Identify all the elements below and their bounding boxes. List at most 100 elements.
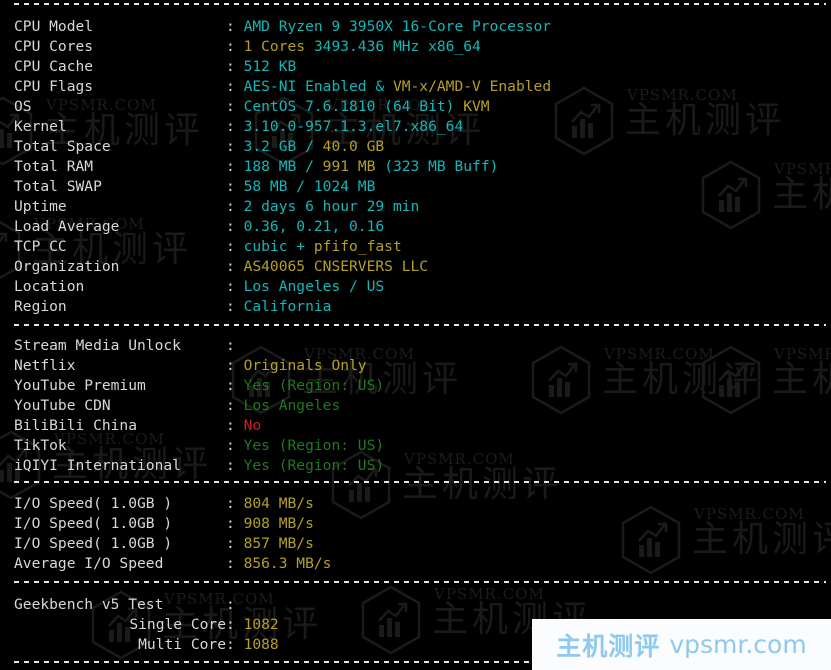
info-row-separator-colon: : <box>226 555 244 572</box>
site-watermark-banner: 主机测评 vpsmr.com <box>532 619 831 670</box>
info-row-separator-colon: : <box>226 218 244 235</box>
info-row-value: 856.3 MB/s <box>243 555 332 572</box>
info-row: Location: Los Angeles / US <box>14 277 384 297</box>
info-row-separator-colon: : <box>226 337 244 354</box>
info-row-separator-colon: : <box>226 38 244 55</box>
info-row: Uptime: 2 days 6 hour 29 min <box>14 197 419 217</box>
banner-en-text: vpsmr.com <box>669 630 807 659</box>
info-row-label: Geekbench v5 Test <box>14 596 164 613</box>
info-row-value: 2 days 6 hour 29 min <box>243 198 420 215</box>
info-row-separator-colon: : <box>226 118 244 135</box>
info-row: iQIYI International: Yes (Region: US) <box>14 456 384 476</box>
info-row: Total SWAP: 58 MB / 1024 MB <box>14 177 375 197</box>
info-row-label: Organization <box>14 258 120 275</box>
info-row: Region: California <box>14 297 331 317</box>
info-row-value: / <box>296 178 314 195</box>
info-row-label: Average I/O Speed <box>14 555 164 572</box>
info-row-label: I/O Speed( 1.0GB ) <box>14 495 173 512</box>
info-row-label: Location <box>14 278 85 295</box>
terminal-output: CPU Model: AMD Ryzen 9 3950X 16-Core Pro… <box>0 0 831 670</box>
info-row-value: Yes (Region: US) <box>243 377 385 394</box>
info-row-separator-colon: : <box>226 158 244 175</box>
info-row-label: OS <box>14 98 32 115</box>
info-row-label: Single Core <box>129 616 226 633</box>
info-row-value: Yes (Region: US) <box>243 437 385 454</box>
info-row-value: AS40065 CNSERVERS LLC <box>243 258 429 275</box>
info-row-value: 857 MB/s <box>243 535 314 552</box>
info-row-value: 1024 MB <box>313 178 376 195</box>
info-row-value: / <box>305 158 323 175</box>
info-row: Total Space: 3.2 GB / 40.0 GB <box>14 137 384 157</box>
info-row-label: Region <box>14 298 67 315</box>
info-row-label: YouTube Premium <box>14 377 146 394</box>
info-row-separator-colon: : <box>226 515 244 532</box>
info-row-value: Originals Only <box>243 357 367 374</box>
info-row-value: CentOS 7.6.1810 (64 Bit) <box>243 98 464 115</box>
info-row: YouTube CDN: Los Angeles <box>14 396 340 416</box>
info-row: TCP CC: cubic + pfifo_fast <box>14 237 402 257</box>
info-row-label: Multi Core <box>138 636 226 653</box>
info-row-label: YouTube CDN <box>14 397 111 414</box>
info-row-label: Load Average <box>14 218 120 235</box>
info-row: CPU Cores: 1 Cores 3493.436 MHz x86_64 <box>14 37 481 57</box>
info-row-separator-colon: : <box>226 495 244 512</box>
info-row-label: I/O Speed( 1.0GB ) <box>14 535 173 552</box>
info-row-separator-colon: : <box>226 238 244 255</box>
info-row: Average I/O Speed: 856.3 MB/s <box>14 554 331 574</box>
info-row-label: TikTok <box>14 437 67 454</box>
info-row: I/O Speed( 1.0GB ): 857 MB/s <box>14 534 314 554</box>
info-row-value: 804 MB/s <box>243 495 314 512</box>
info-row-separator-colon: : <box>226 397 244 414</box>
section-separator <box>14 324 826 326</box>
info-row-separator-colon: : <box>226 138 244 155</box>
info-row-value: 908 MB/s <box>243 515 314 532</box>
info-row-label: CPU Cores <box>14 38 94 55</box>
info-row-value: California <box>243 298 332 315</box>
info-row-label: Total SWAP <box>14 178 102 195</box>
info-row: CPU Flags: AES-NI Enabled & VM-x/AMD-V E… <box>14 77 551 97</box>
info-row-separator-colon: : <box>226 636 244 653</box>
info-row-value: AMD Ryzen 9 3950X 16-Core Processor <box>243 18 552 35</box>
info-row-label: Kernel <box>14 118 67 135</box>
info-row-separator-colon: : <box>226 98 244 115</box>
info-row-separator-colon: : <box>226 278 244 295</box>
info-row: YouTube Premium: Yes (Region: US) <box>14 376 384 396</box>
info-row-label: Total Space <box>14 138 111 155</box>
info-row-separator-colon: : <box>226 58 244 75</box>
info-row-value: 58 MB <box>243 178 297 195</box>
info-row-separator-colon: : <box>226 437 244 454</box>
info-row: Single Core: 1082 <box>14 615 279 635</box>
info-row-value: cubic <box>243 238 297 255</box>
info-row-separator-colon: : <box>226 198 244 215</box>
info-row-value: 40.0 GB <box>322 138 385 155</box>
info-row-value: 3.2 GB <box>243 138 306 155</box>
info-row-value: 3493.436 MHz x86_64 <box>313 38 481 55</box>
info-row: Total RAM: 188 MB / 991 MB (323 MB Buff) <box>14 157 498 177</box>
info-row-value: / <box>305 138 323 155</box>
info-row-value: 188 MB <box>243 158 306 175</box>
info-row-separator-colon: : <box>226 535 244 552</box>
info-row-value: 1082 <box>243 616 279 633</box>
info-row-separator-colon: : <box>226 18 244 35</box>
info-row: CPU Model: AMD Ryzen 9 3950X 16-Core Pro… <box>14 17 551 37</box>
info-row-value: (323 MB Buff) <box>384 158 499 175</box>
info-row-label: Total RAM <box>14 158 94 175</box>
info-row-separator-colon: : <box>226 78 244 95</box>
info-row-label: TCP CC <box>14 238 67 255</box>
info-row-value: pfifo_fast <box>313 238 402 255</box>
info-row: Stream Media Unlock: <box>14 336 244 356</box>
info-row-separator-colon: : <box>226 616 244 633</box>
info-row: Multi Core: 1088 <box>14 635 279 655</box>
info-row: Load Average: 0.36, 0.21, 0.16 <box>14 217 384 237</box>
info-row-value: 991 MB <box>322 158 385 175</box>
info-row: BiliBili China: No <box>14 416 261 436</box>
info-row-separator-colon: : <box>226 457 244 474</box>
info-row-label: I/O Speed( 1.0GB ) <box>14 515 173 532</box>
info-row-label: CPU Cache <box>14 58 94 75</box>
info-row: Geekbench v5 Test: <box>14 595 244 615</box>
info-row: Netflix: Originals Only <box>14 356 367 376</box>
info-row-value: No <box>243 417 262 434</box>
info-row-separator-colon: : <box>226 357 244 374</box>
info-row: Kernel: 3.10.0-957.1.3.el7.x86_64 <box>14 117 463 137</box>
info-row-value: 1088 <box>243 636 279 653</box>
